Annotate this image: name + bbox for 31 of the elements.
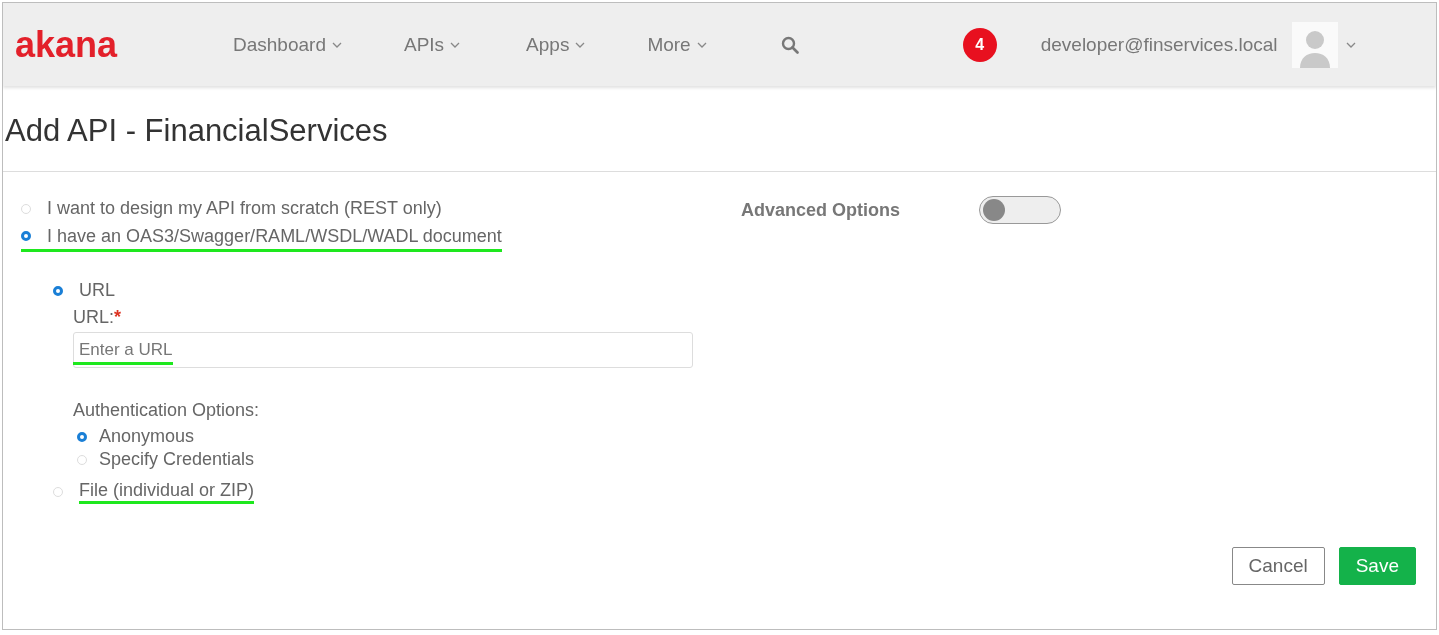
save-button[interactable]: Save bbox=[1338, 547, 1416, 585]
radio-option[interactable]: I have an OAS3/Swagger/RAML/WSDL/WADL document bbox=[21, 223, 502, 252]
radio-option[interactable]: File (individual or ZIP) bbox=[53, 477, 255, 506]
nav-menu[interactable]: Dashboard bbox=[233, 33, 342, 56]
logo[interactable]: akana bbox=[15, 23, 233, 66]
search-icon[interactable] bbox=[780, 35, 799, 54]
user-email[interactable]: developer@finservices.local bbox=[1040, 33, 1278, 56]
radio-button[interactable] bbox=[53, 285, 63, 296]
radio-option[interactable]: Anonymous bbox=[77, 425, 195, 448]
toggle-switch[interactable] bbox=[979, 196, 1061, 224]
radio-option[interactable]: URL bbox=[53, 276, 115, 305]
chevron-down-icon bbox=[450, 41, 461, 48]
advanced-options-label: Advanced Options bbox=[741, 199, 902, 221]
chevron-down-icon bbox=[331, 41, 342, 48]
nav-menu[interactable]: More bbox=[647, 33, 707, 56]
cancel-button[interactable]: Cancel bbox=[1231, 547, 1325, 585]
nav-menu[interactable]: Apps bbox=[526, 33, 586, 56]
section-label: Authentication Options: bbox=[73, 399, 261, 422]
page-title: Add API - FinancialServices bbox=[3, 86, 1436, 172]
chevron-down-icon bbox=[696, 41, 707, 48]
notification-badge[interactable]: 4 bbox=[962, 27, 997, 62]
nav-menu[interactable]: APIs bbox=[403, 33, 461, 56]
chevron-down-icon[interactable] bbox=[1345, 41, 1356, 48]
option-label: File (individual or ZIP) bbox=[79, 479, 255, 504]
chevron-down-icon bbox=[575, 41, 586, 48]
radio-option[interactable]: I want to design my API from scratch (REST only) bbox=[21, 194, 442, 223]
field-label: URL:* bbox=[73, 306, 123, 329]
radio-button[interactable] bbox=[77, 431, 87, 442]
radio-button[interactable] bbox=[21, 231, 31, 241]
url-input-field[interactable]: Enter a URL bbox=[73, 332, 693, 368]
radio-option[interactable]: Specify Credentials bbox=[77, 448, 255, 471]
